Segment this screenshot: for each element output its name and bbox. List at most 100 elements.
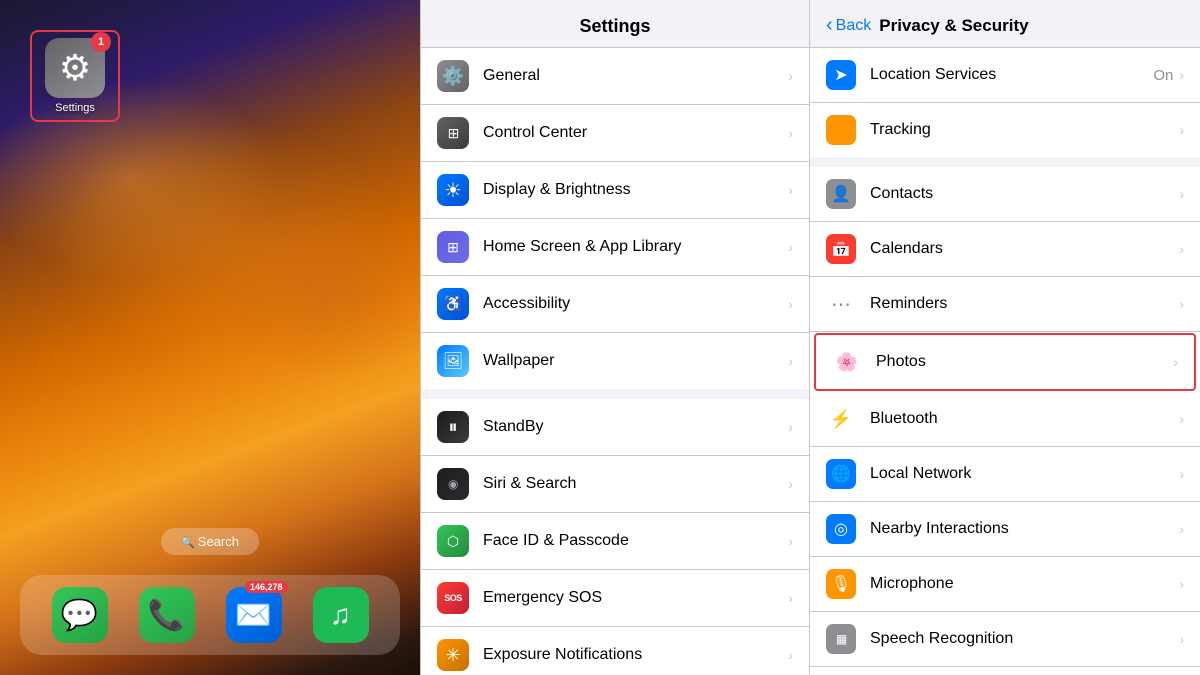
siri-label: Siri & Search	[483, 475, 788, 493]
privacy-item-reminders[interactable]: ⋯ Reminders ›	[810, 277, 1200, 332]
exposure-chevron: ›	[788, 647, 793, 663]
home-screen-icon: ⊞	[437, 231, 469, 263]
general-icon: ⚙️	[437, 60, 469, 92]
standby-chevron: ›	[788, 419, 793, 435]
photos-icon: 🌸	[832, 347, 862, 377]
privacy-item-nearby[interactable]: ◎ Nearby Interactions ›	[810, 502, 1200, 557]
privacy-item-bluetooth[interactable]: ⚡ Bluetooth ›	[810, 392, 1200, 447]
gap-1	[421, 389, 809, 399]
privacy-item-microphone[interactable]: 🎙 Microphone ›	[810, 557, 1200, 612]
settings-item-exposure[interactable]: ✳ Exposure Notifications ›	[421, 627, 809, 675]
settings-badge: 1	[91, 32, 111, 52]
privacy-item-photos[interactable]: 🌸 Photos ›	[814, 333, 1196, 391]
mail-badge: 146,278	[245, 581, 288, 593]
exposure-label: Exposure Notifications	[483, 646, 788, 664]
control-center-label: Control Center	[483, 124, 788, 142]
search-bar[interactable]: Search	[161, 528, 259, 555]
settings-list: ⚙️ General › ⊞ Control Center › ☀ Displa…	[421, 48, 809, 675]
back-chevron-icon: ‹	[826, 14, 833, 37]
dock-mail-icon[interactable]: ✉️ 146,278	[226, 587, 282, 643]
privacy-item-camera[interactable]: 📷 Camera ›	[810, 667, 1200, 675]
tracking-label: Tracking	[870, 121, 1179, 139]
photos-label: Photos	[876, 353, 1173, 371]
reminders-label: Reminders	[870, 295, 1179, 313]
settings-header: Settings	[421, 0, 809, 48]
settings-item-wallpaper[interactable]: 🖼 Wallpaper ›	[421, 333, 809, 389]
calendars-icon: 📅	[826, 234, 856, 264]
tracking-chevron: ›	[1179, 122, 1184, 138]
general-chevron: ›	[788, 68, 793, 84]
privacy-list: ➤ Location Services On › 🔸 Tracking › 👤 …	[810, 48, 1200, 675]
settings-section-2: ⏸ StandBy › ◉ Siri & Search › ⬡ Face ID …	[421, 399, 809, 675]
mail-icon: ✉️	[235, 598, 272, 633]
location-services-chevron: ›	[1179, 67, 1184, 83]
calendars-label: Calendars	[870, 240, 1179, 258]
dock-phone-icon[interactable]: 📞	[139, 587, 195, 643]
dock-spotify-icon[interactable]: ♫	[313, 587, 369, 643]
privacy-header: ‹ Back Privacy & Security	[810, 0, 1200, 48]
privacy-item-calendars[interactable]: 📅 Calendars ›	[810, 222, 1200, 277]
privacy-section-2: 👤 Contacts › 📅 Calendars › ⋯ Reminders ›…	[810, 167, 1200, 675]
standby-label: StandBy	[483, 418, 788, 436]
local-network-icon: 🌐	[826, 459, 856, 489]
bluetooth-label: Bluetooth	[870, 410, 1179, 428]
privacy-item-speech[interactable]: ▦ Speech Recognition ›	[810, 612, 1200, 667]
location-services-label: Location Services	[870, 66, 1153, 84]
privacy-item-local-network[interactable]: 🌐 Local Network ›	[810, 447, 1200, 502]
display-chevron: ›	[788, 182, 793, 198]
wallpaper-label: Wallpaper	[483, 352, 788, 370]
accessibility-chevron: ›	[788, 296, 793, 312]
microphone-chevron: ›	[1179, 576, 1184, 592]
back-button[interactable]: ‹ Back	[826, 14, 871, 37]
faceid-icon: ⬡	[437, 525, 469, 557]
dock-messages-icon[interactable]: 💬	[52, 587, 108, 643]
spotify-icon: ♫	[330, 599, 351, 631]
settings-title: Settings	[579, 16, 650, 36]
accessibility-icon: ♿	[437, 288, 469, 320]
control-center-icon: ⊞	[437, 117, 469, 149]
settings-section-1: ⚙️ General › ⊞ Control Center › ☀ Displa…	[421, 48, 809, 389]
settings-app-icon-container[interactable]: ⚙ 1 Settings	[30, 30, 120, 122]
settings-item-faceid[interactable]: ⬡ Face ID & Passcode ›	[421, 513, 809, 570]
settings-item-accessibility[interactable]: ♿ Accessibility ›	[421, 276, 809, 333]
settings-item-siri[interactable]: ◉ Siri & Search ›	[421, 456, 809, 513]
settings-item-home-screen[interactable]: ⊞ Home Screen & App Library ›	[421, 219, 809, 276]
location-services-value: On	[1153, 67, 1173, 84]
faceid-chevron: ›	[788, 533, 793, 549]
tracking-icon: 🔸	[826, 115, 856, 145]
display-icon: ☀	[437, 174, 469, 206]
siri-icon: ◉	[437, 468, 469, 500]
nearby-interactions-chevron: ›	[1179, 521, 1184, 537]
speech-recognition-chevron: ›	[1179, 631, 1184, 647]
general-label: General	[483, 67, 788, 85]
privacy-item-location[interactable]: ➤ Location Services On ›	[810, 48, 1200, 103]
speech-recognition-icon: ▦	[826, 624, 856, 654]
nearby-interactions-icon: ◎	[826, 514, 856, 544]
local-network-label: Local Network	[870, 465, 1179, 483]
bluetooth-chevron: ›	[1179, 411, 1184, 427]
reminders-icon: ⋯	[826, 289, 856, 319]
microphone-label: Microphone	[870, 575, 1179, 593]
privacy-panel: ‹ Back Privacy & Security ➤ Location Ser…	[810, 0, 1200, 675]
settings-item-general[interactable]: ⚙️ General ›	[421, 48, 809, 105]
bluetooth-icon: ⚡	[826, 404, 856, 434]
settings-item-control-center[interactable]: ⊞ Control Center ›	[421, 105, 809, 162]
calendars-chevron: ›	[1179, 241, 1184, 257]
accessibility-label: Accessibility	[483, 295, 788, 313]
control-center-chevron: ›	[788, 125, 793, 141]
nearby-interactions-label: Nearby Interactions	[870, 520, 1179, 538]
wallpaper-icon: 🖼	[437, 345, 469, 377]
back-label: Back	[836, 17, 872, 35]
display-label: Display & Brightness	[483, 181, 788, 199]
standby-icon: ⏸	[437, 411, 469, 443]
privacy-item-tracking[interactable]: 🔸 Tracking ›	[810, 103, 1200, 157]
settings-item-display[interactable]: ☀ Display & Brightness ›	[421, 162, 809, 219]
speech-recognition-label: Speech Recognition	[870, 630, 1179, 648]
home-screen-label: Home Screen & App Library	[483, 238, 788, 256]
location-services-icon: ➤	[826, 60, 856, 90]
exposure-icon: ✳	[437, 639, 469, 671]
privacy-item-contacts[interactable]: 👤 Contacts ›	[810, 167, 1200, 222]
settings-item-emergency-sos[interactable]: SOS Emergency SOS ›	[421, 570, 809, 627]
settings-panel: Settings ⚙️ General › ⊞ Control Center ›…	[420, 0, 810, 675]
settings-item-standby[interactable]: ⏸ StandBy ›	[421, 399, 809, 456]
